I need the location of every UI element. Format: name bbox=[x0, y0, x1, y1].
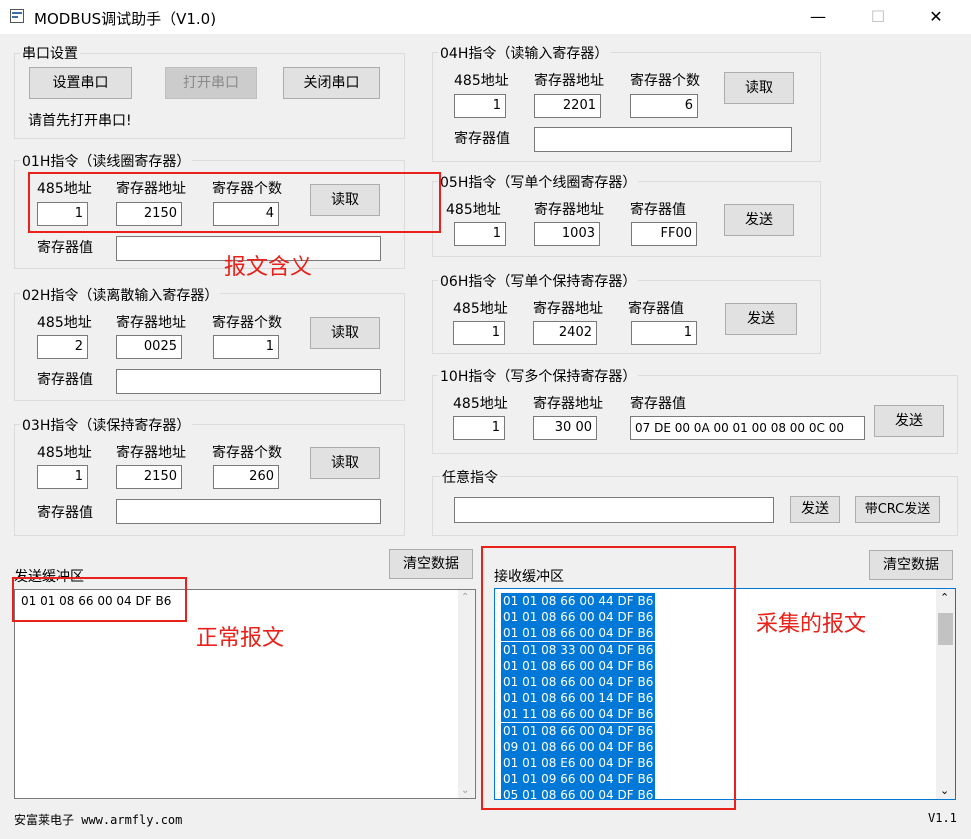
cmd05-val-label: 寄存器值 bbox=[630, 202, 686, 218]
cmd03-addr-label: 485地址 bbox=[37, 445, 92, 461]
scroll-thumb[interactable] bbox=[938, 613, 953, 645]
cmd06-send-button[interactable]: 发送 bbox=[725, 303, 797, 335]
cmd02-count-label: 寄存器个数 bbox=[212, 315, 282, 331]
footer-version: V1.1 bbox=[928, 811, 957, 825]
annotation-box-collected bbox=[481, 546, 736, 810]
cmd10-send-button[interactable]: 发送 bbox=[874, 405, 944, 437]
scroll-down-icon[interactable]: ⌄ bbox=[940, 784, 949, 797]
annotation-box-normal bbox=[12, 577, 187, 622]
cmd05-send-button[interactable]: 发送 bbox=[724, 204, 794, 236]
any-cmd-label: 任意指令 bbox=[440, 467, 500, 487]
serial-group-label: 串口设置 bbox=[20, 43, 80, 63]
cmd02-value-label: 寄存器值 bbox=[37, 372, 93, 388]
cmd02-reg-label: 寄存器地址 bbox=[116, 315, 186, 331]
annotation-normal: 正常报文 bbox=[196, 626, 285, 651]
cmd06-addr-input[interactable]: 1 bbox=[453, 321, 505, 345]
cmd05-val-input[interactable]: FF00 bbox=[631, 222, 697, 246]
cmd10-reg-input[interactable]: 30 00 bbox=[533, 416, 597, 440]
recv-scrollbar[interactable]: ⌃ ⌄ bbox=[936, 589, 955, 799]
cmd03-count-label: 寄存器个数 bbox=[212, 445, 282, 461]
cmd02-read-button[interactable]: 读取 bbox=[310, 317, 380, 349]
scroll-up-icon[interactable]: ⌃ bbox=[940, 591, 949, 604]
cmd04-label: 04H指令（读输入寄存器） bbox=[438, 43, 611, 63]
cmd04-count-input[interactable]: 6 bbox=[630, 94, 698, 118]
recv-clear-button[interactable]: 清空数据 bbox=[869, 550, 953, 580]
annotation-box-meaning bbox=[28, 172, 441, 233]
cmd03-read-button[interactable]: 读取 bbox=[310, 447, 380, 479]
close-button[interactable]: ✕ bbox=[924, 6, 948, 28]
cmd10-val-label: 寄存器值 bbox=[630, 396, 686, 412]
cmd03-reg-input[interactable]: 2150 bbox=[116, 465, 182, 489]
cmd02-label: 02H指令（读离散输入寄存器） bbox=[20, 285, 221, 305]
send-scrollbar[interactable]: ⌃ ⌄ bbox=[458, 590, 475, 798]
title-bar: MODBUS调试助手（V1.0) — ☐ ✕ bbox=[0, 0, 971, 34]
minimize-button[interactable]: — bbox=[806, 6, 830, 28]
cmd04-read-button[interactable]: 读取 bbox=[724, 72, 794, 104]
any-send-button[interactable]: 发送 bbox=[790, 496, 840, 523]
cmd04-value-label: 寄存器值 bbox=[454, 131, 510, 147]
any-cmd-input[interactable] bbox=[454, 497, 774, 523]
cmd05-reg-label: 寄存器地址 bbox=[534, 202, 604, 218]
cmd02-value-field[interactable] bbox=[116, 369, 381, 394]
cmd05-label: 05H指令（写单个线圈寄存器） bbox=[438, 172, 639, 192]
cmd04-reg-input[interactable]: 2201 bbox=[534, 94, 601, 118]
cmd06-label: 06H指令（写单个保持寄存器） bbox=[438, 271, 639, 291]
cmd03-reg-label: 寄存器地址 bbox=[116, 445, 186, 461]
cmd10-addr-input[interactable]: 1 bbox=[453, 416, 505, 440]
open-serial-button[interactable]: 打开串口 bbox=[165, 67, 257, 99]
app-icon bbox=[10, 9, 24, 23]
scroll-down-icon[interactable]: ⌄ bbox=[461, 785, 469, 796]
cmd01-value-label: 寄存器值 bbox=[37, 240, 93, 256]
maximize-button[interactable]: ☐ bbox=[866, 6, 890, 28]
cmd02-reg-input[interactable]: 0025 bbox=[116, 335, 182, 359]
cmd02-addr-input[interactable]: 2 bbox=[37, 335, 88, 359]
footer-company: 安富莱电子 www.armfly.com bbox=[14, 813, 183, 827]
cmd02-addr-label: 485地址 bbox=[37, 315, 92, 331]
cmd05-addr-label: 485地址 bbox=[446, 202, 501, 218]
cmd04-reg-label: 寄存器地址 bbox=[534, 73, 604, 89]
cmd03-value-field[interactable] bbox=[116, 499, 381, 524]
cmd01-label: 01H指令（读线圈寄存器） bbox=[20, 151, 193, 171]
cmd04-addr-input[interactable]: 1 bbox=[454, 94, 506, 118]
cmd06-val-input[interactable]: 1 bbox=[631, 321, 697, 345]
setup-serial-button[interactable]: 设置串口 bbox=[29, 67, 132, 99]
cmd03-addr-input[interactable]: 1 bbox=[37, 465, 88, 489]
close-serial-button[interactable]: 关闭串口 bbox=[283, 67, 380, 99]
cmd02-count-input[interactable]: 1 bbox=[213, 335, 279, 359]
cmd10-val-input[interactable]: 07 DE 00 0A 00 01 00 08 00 0C 00 bbox=[630, 416, 865, 440]
cmd06-reg-label: 寄存器地址 bbox=[533, 301, 603, 317]
cmd04-addr-label: 485地址 bbox=[454, 73, 509, 89]
crc-send-button[interactable]: 带CRC发送 bbox=[855, 496, 940, 523]
annotation-collected: 采集的报文 bbox=[756, 612, 867, 637]
cmd06-reg-input[interactable]: 2402 bbox=[533, 321, 597, 345]
cmd05-reg-input[interactable]: 1003 bbox=[534, 222, 600, 246]
annotation-meaning: 报文含义 bbox=[224, 255, 313, 280]
send-clear-button[interactable]: 清空数据 bbox=[389, 549, 473, 579]
cmd06-addr-label: 485地址 bbox=[453, 301, 508, 317]
cmd05-addr-input[interactable]: 1 bbox=[454, 222, 506, 246]
serial-status: 请首先打开串口! bbox=[28, 113, 132, 129]
cmd10-reg-label: 寄存器地址 bbox=[533, 396, 603, 412]
cmd10-addr-label: 485地址 bbox=[453, 396, 508, 412]
cmd04-value-field[interactable] bbox=[534, 127, 792, 152]
cmd10-label: 10H指令（写多个保持寄存器） bbox=[438, 366, 639, 386]
cmd04-count-label: 寄存器个数 bbox=[630, 73, 700, 89]
cmd03-count-input[interactable]: 260 bbox=[213, 465, 279, 489]
window-title: MODBUS调试助手（V1.0) bbox=[34, 10, 217, 28]
scroll-up-icon[interactable]: ⌃ bbox=[461, 592, 469, 603]
cmd03-value-label: 寄存器值 bbox=[37, 505, 93, 521]
cmd03-label: 03H指令（读保持寄存器） bbox=[20, 415, 193, 435]
cmd06-val-label: 寄存器值 bbox=[628, 301, 684, 317]
